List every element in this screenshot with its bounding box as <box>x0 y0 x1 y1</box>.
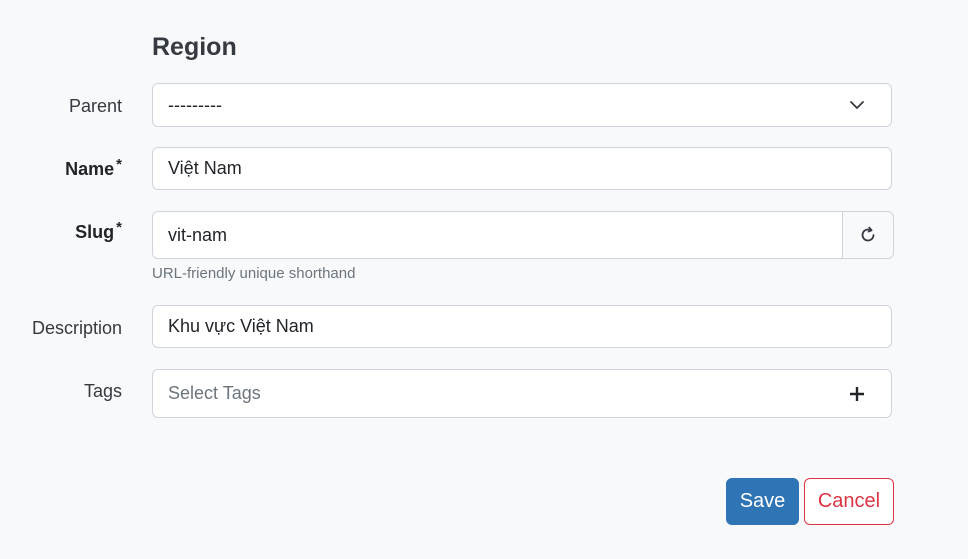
slug-input-group: vit-nam <box>152 211 894 259</box>
chevron-down-icon <box>850 101 864 109</box>
slug-help-text: URL-friendly unique shorthand <box>152 265 356 282</box>
slug-label: Slug * <box>75 219 122 243</box>
description-input[interactable]: Khu vực Việt Nam <box>152 305 892 348</box>
parent-select[interactable]: --------- <box>152 83 892 127</box>
slug-required-mark: * <box>116 219 122 236</box>
save-button-label: Save <box>739 490 786 512</box>
save-button[interactable]: Save <box>726 478 799 525</box>
tags-select[interactable]: Select Tags <box>152 369 892 418</box>
name-label: Name * <box>65 156 122 180</box>
tags-label: Tags <box>83 381 122 401</box>
cancel-button[interactable]: Cancel <box>804 478 894 525</box>
section-title: Region <box>152 33 237 61</box>
slug-regenerate-button[interactable] <box>842 211 894 259</box>
slug-label-text: Slug <box>75 222 115 242</box>
parent-label: Parent <box>68 96 122 116</box>
name-label-text: Name <box>65 159 115 179</box>
description-label: Description <box>31 318 122 338</box>
refresh-icon <box>861 226 875 242</box>
name-input-value: Việt Nam <box>168 158 242 178</box>
cancel-button-label: Cancel <box>817 490 881 512</box>
description-input-value: Khu vực Việt Nam <box>168 316 314 336</box>
plus-icon[interactable] <box>850 386 864 401</box>
parent-select-value: --------- <box>168 94 222 115</box>
name-input[interactable]: Việt Nam <box>152 147 892 190</box>
slug-input[interactable]: vit-nam <box>152 211 842 259</box>
tags-placeholder: Select Tags <box>168 383 261 403</box>
slug-input-value: vit-nam <box>168 224 228 245</box>
name-required-mark: * <box>116 156 122 173</box>
